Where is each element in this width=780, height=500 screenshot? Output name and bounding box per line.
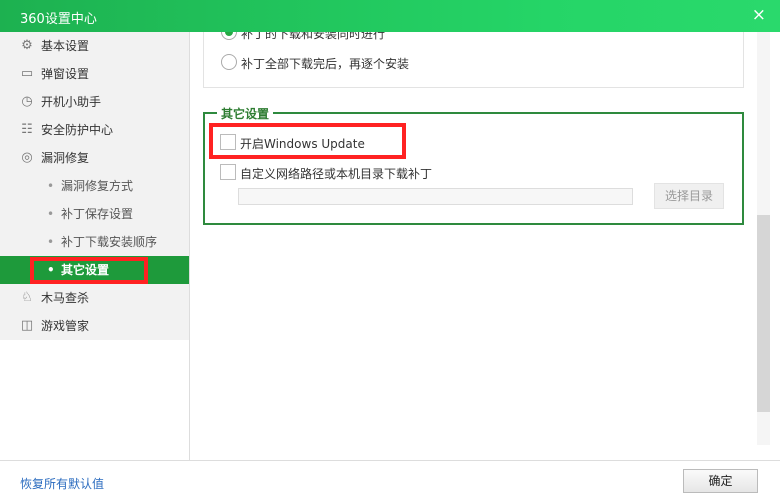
checkbox-label: 自定义网络路径或本机目录下载补丁 xyxy=(240,167,433,181)
sidebar-item-label: 补丁保存设置 xyxy=(61,207,134,221)
gear-icon: ⚙ xyxy=(21,38,33,53)
sidebar-item-popup[interactable]: ▭ 弹窗设置 xyxy=(0,60,189,88)
bullet-icon: • xyxy=(47,263,55,277)
title-bar-overlay xyxy=(0,0,780,32)
gamepad-icon: ◫ xyxy=(20,318,34,333)
footer: 恢复所有默认值 确定 xyxy=(0,460,780,500)
shield-icon: ◎ xyxy=(21,150,33,165)
sidebar-subitem-fix-mode[interactable]: • 漏洞修复方式 xyxy=(0,172,189,200)
sidebar-item-basic[interactable]: ⚙ 基本设置 xyxy=(0,32,189,60)
scrollbar-thumb[interactable] xyxy=(757,215,770,412)
divider xyxy=(189,32,190,460)
path-input[interactable] xyxy=(238,188,633,205)
sliders-icon: ☷ xyxy=(21,122,33,137)
custom-path-checkbox[interactable] xyxy=(220,164,236,180)
sidebar-item-boot-assistant[interactable]: ◷ 开机小助手 xyxy=(0,88,189,116)
sidebar-item-label: 补丁下载安装顺序 xyxy=(61,235,158,249)
radio-after-download[interactable] xyxy=(221,54,237,70)
timer-icon: ◷ xyxy=(21,94,33,109)
sidebar-item-label: 漏洞修复 xyxy=(41,151,90,165)
bullet-icon: • xyxy=(47,235,55,249)
sidebar-subitem-patch-save[interactable]: • 补丁保存设置 xyxy=(0,200,189,228)
sidebar-item-game-manager[interactable]: ◫ 游戏管家 xyxy=(0,312,189,340)
sidebar-item-label: 基本设置 xyxy=(41,39,90,53)
sidebar-item-security-center[interactable]: ☷ 安全防护中心 xyxy=(0,116,189,144)
sidebar-item-label: 游戏管家 xyxy=(41,319,90,333)
sidebar-subitem-other-settings[interactable]: • 其它设置 xyxy=(0,256,189,284)
restore-defaults-link[interactable]: 恢复所有默认值 xyxy=(20,475,104,492)
sidebar: ⚙ 基本设置 ▭ 弹窗设置 ◷ 开机小助手 ☷ 安全防护中心 ◎ 漏洞修复 • 漏洞修复方式… xyxy=(0,32,189,340)
sidebar-item-vuln-fix[interactable]: ◎ 漏洞修复 xyxy=(0,144,189,172)
window-icon: ▭ xyxy=(20,66,34,81)
choose-directory-button[interactable]: 选择目录 xyxy=(654,183,724,209)
sidebar-item-label: 其它设置 xyxy=(61,263,110,277)
bullet-icon: • xyxy=(47,207,55,221)
sidebar-item-label: 开机小助手 xyxy=(41,95,102,109)
sidebar-item-label: 弹窗设置 xyxy=(41,67,90,81)
ok-button[interactable]: 确定 xyxy=(683,469,758,493)
enable-windows-update-checkbox[interactable] xyxy=(220,134,236,150)
checkbox-label: 开启Windows Update xyxy=(240,137,365,151)
sidebar-item-trojan-scan[interactable]: ♘ 木马查杀 xyxy=(0,284,189,312)
sidebar-item-label: 木马查杀 xyxy=(41,291,90,305)
window-title: 360设置中心 xyxy=(20,12,97,27)
horse-icon: ♘ xyxy=(21,290,33,305)
sidebar-item-label: 安全防护中心 xyxy=(41,123,114,137)
sidebar-item-label: 漏洞修复方式 xyxy=(61,179,134,193)
group-legend: 其它设置 xyxy=(217,105,274,122)
close-icon[interactable]: × xyxy=(752,5,766,25)
radio-label: 补丁全部下载完后，再逐个安装 xyxy=(241,57,410,71)
bullet-icon: • xyxy=(47,179,55,193)
sidebar-subitem-install-order[interactable]: • 补丁下载安装顺序 xyxy=(0,228,189,256)
